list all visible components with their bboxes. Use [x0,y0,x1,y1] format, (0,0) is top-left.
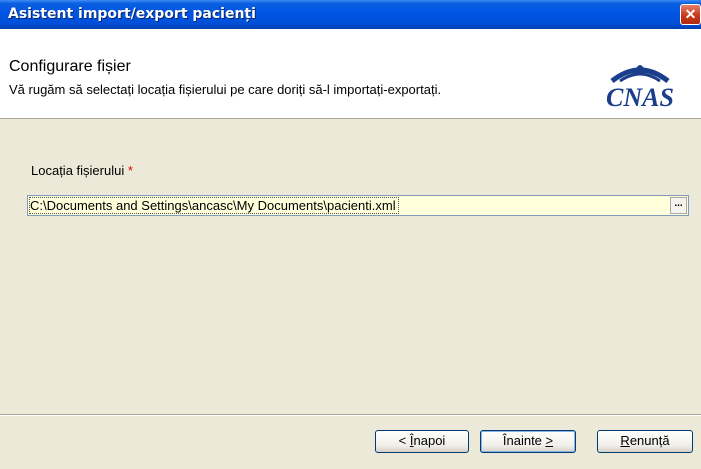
back-button[interactable]: < Înapoi [375,430,469,453]
cancel-rest: enunță [629,433,670,448]
page-title: Configurare fișier [9,58,131,75]
back-rest: napoi [413,433,446,448]
title-bar[interactable]: Asistent import/export pacienți ✕ [0,0,701,29]
footer-separator [0,414,701,416]
cnas-logo: CNAS [590,51,690,112]
file-path-value[interactable]: C:\Documents and Settings\ancasc\My Docu… [29,197,399,214]
required-mark: * [127,163,133,178]
close-icon: ✕ [684,6,697,22]
cancel-button[interactable]: Renunță [597,430,693,453]
browse-button[interactable]: ... [670,197,687,214]
cancel-mnemonic: R [620,433,630,448]
svg-text:CNAS: CNAS [606,83,674,111]
close-button[interactable]: ✕ [680,4,701,25]
next-arrow: > [545,433,554,448]
page-subtitle: Vă rugăm să selectați locația fișierului… [9,82,442,97]
back-prefix: < [398,433,410,448]
window-title: Asistent import/export pacienți [8,6,256,22]
next-text: Înainte [502,433,546,448]
file-location-label: Locația fișierului * [31,163,133,178]
import-export-wizard-window: Asistent import/export pacienți ✕ Config… [0,0,701,469]
wizard-header: Configurare fișier Vă rugăm să selectați… [0,29,701,119]
file-location-label-text: Locația fișierului [31,163,125,178]
file-path-input[interactable]: C:\Documents and Settings\ancasc\My Docu… [27,195,689,216]
next-button[interactable]: Înainte > [480,430,576,453]
cnas-logo-icon: CNAS [606,65,674,112]
